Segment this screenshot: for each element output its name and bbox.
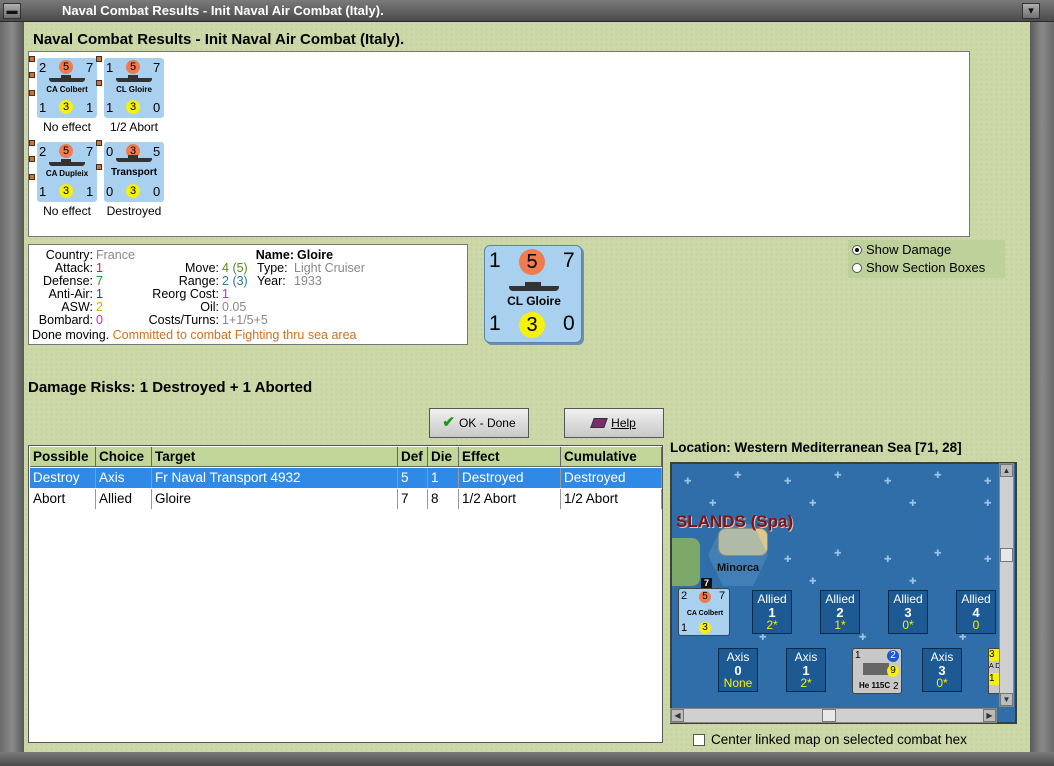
map-vertical-scrollbar[interactable]: ▲ ▼ [999, 463, 1014, 707]
scroll-down-icon[interactable]: ▼ [1000, 693, 1013, 706]
cruiser-icon [49, 159, 85, 166]
cruiser-icon [116, 75, 152, 82]
cruiser-icon [49, 75, 85, 82]
unit-counter[interactable]: 1 5 7 CL Gloire 1 3 0 [104, 58, 164, 118]
result-effect: 1/2 Abort [109, 120, 159, 134]
axis-section-box-1[interactable]: Axis 1 2* [786, 648, 826, 692]
transport-ship-icon [116, 155, 152, 162]
scroll-thumb[interactable] [1000, 548, 1013, 562]
col-target[interactable]: Target [152, 447, 398, 467]
combat-hex-map[interactable]: ✚ ✚ ✚ ✚ ✚ ✚ ✚ ✚ ✚ ✚ ✚ ✚ ✚ ✚ ✚ ✚ ✚ ✚ ✚ ✚ ✚ SLANDS (Spa) M… [670, 462, 1017, 724]
combat-choices-table: Possible Choice Target Def Die Effect Cu… [28, 445, 663, 743]
damage-risks: Damage Risks: 1 Destroyed + 1 Aborted [28, 379, 313, 396]
help-book-icon [590, 418, 608, 428]
col-effect[interactable]: Effect [459, 447, 561, 467]
combat-results-panel: Naval Combat Results - Init Naval Air Co… [24, 22, 1030, 752]
allied-section-box-4[interactable]: Allied 4 0 [956, 590, 996, 634]
help-button[interactable]: Help [564, 408, 664, 438]
window-title: Naval Combat Results - Init Naval Air Co… [62, 3, 384, 18]
center-linked-map-checkbox[interactable]: Center linked map on selected combat hex [693, 732, 967, 747]
aircraft-icon [863, 663, 889, 675]
selected-unit-counter[interactable]: 1 5 7 CL Gloire 1 3 0 [484, 245, 582, 343]
checkbox-icon[interactable] [693, 734, 705, 746]
allied-section-box-2[interactable]: Allied 2 1* [820, 590, 860, 634]
title-bar: Naval Combat Results - Init Naval Air Co… [0, 0, 1054, 22]
result-effect: Destroyed [106, 204, 162, 218]
page-title: Naval Combat Results - Init Naval Air Co… [33, 31, 405, 48]
scroll-thumb[interactable] [822, 709, 836, 722]
combat-results-list: 2 5 7 CA Colbert 1 3 1 No effect 1 5 7 C… [28, 51, 970, 237]
scroll-up-icon[interactable]: ▲ [1000, 464, 1013, 477]
system-menu-icon[interactable]: ▬ [3, 3, 21, 19]
scroll-left-icon[interactable]: ◀ [671, 709, 684, 722]
radio-icon[interactable] [852, 263, 862, 273]
air-unit-counter[interactable]: 1 2 9 He 115C 2 [852, 648, 902, 694]
unit-counter[interactable]: 2 5 7 CA Dupleix 1 3 1 [37, 142, 97, 202]
checkmark-icon: ✔ [442, 414, 455, 431]
col-die[interactable]: Die [428, 447, 459, 467]
map-horizontal-scrollbar[interactable]: ◀ ▶ [670, 708, 997, 723]
scroll-right-icon[interactable]: ▶ [983, 709, 996, 722]
col-cumulative[interactable]: Cumulative [561, 447, 662, 467]
axis-section-box-3[interactable]: Axis 3 0* [922, 648, 962, 692]
show-section-boxes-radio[interactable]: Show Section Boxes [852, 260, 985, 275]
window-frame-bottom [0, 752, 1054, 766]
display-options: Show Damage Show Section Boxes [848, 240, 1005, 278]
axis-section-box-0[interactable]: Axis 0 None [718, 648, 758, 692]
col-possible[interactable]: Possible [30, 447, 96, 467]
map-unit-counter[interactable]: 2 5 7 CA Colbert 1 3 [678, 588, 730, 636]
island-label: Minorca [717, 562, 760, 574]
allied-section-box-1[interactable]: Allied 1 2* [752, 590, 792, 634]
minimize-icon[interactable]: ▾ [1022, 3, 1040, 19]
result-effect: No effect [43, 120, 91, 134]
unit-counter[interactable]: 2 5 7 CA Colbert 1 3 1 [37, 58, 97, 118]
ok-done-button[interactable]: ✔ OK - Done [429, 408, 529, 438]
window-frame-left [0, 22, 24, 766]
hex-region-label: SLANDS (Spa) [676, 512, 794, 531]
allied-section-box-3[interactable]: Allied 3 0* [888, 590, 928, 634]
window-frame-right [1030, 22, 1054, 766]
col-choice[interactable]: Choice [96, 447, 152, 467]
result-effect: No effect [43, 204, 91, 218]
radio-selected-icon[interactable] [852, 245, 862, 255]
show-damage-radio[interactable]: Show Damage [852, 242, 951, 257]
unit-counter[interactable]: 0 3 5 Transport 0 3 0 [104, 142, 164, 202]
coast-island [672, 538, 700, 586]
cruiser-icon [509, 282, 559, 291]
location-label: Location: Western Mediterranean Sea [71,… [670, 440, 962, 455]
col-def[interactable]: Def [398, 447, 428, 467]
unit-info-panel: Country: France Attack: 1 Defense: 7 Ant… [28, 244, 468, 345]
